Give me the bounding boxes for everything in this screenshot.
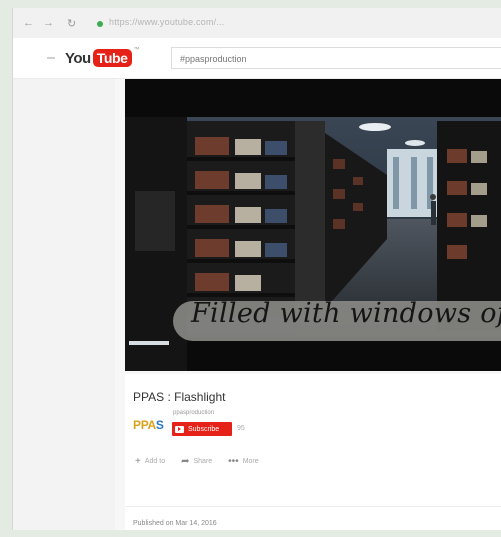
- share-icon: ➦: [181, 456, 190, 467]
- subscribe-label: Subscribe: [188, 425, 220, 433]
- video-caption: Filled with windows of l: [191, 298, 501, 329]
- search-input[interactable]: #ppasproduction: [171, 47, 501, 69]
- logo-trademark: ™: [133, 47, 140, 53]
- channel-name[interactable]: ppasproduction: [173, 410, 214, 416]
- video-player[interactable]: Filled with windows of l: [125, 79, 501, 371]
- video-actions: + Add to ➦ Share ••• More: [135, 456, 275, 467]
- more-label: More: [242, 458, 259, 465]
- reload-icon[interactable]: ↻: [67, 17, 76, 30]
- video-info-panel: PPAS : Flashlight PPAS ppasproduction Su…: [125, 374, 501, 530]
- share-label: Share: [193, 458, 213, 465]
- back-arrow-icon[interactable]: ←: [23, 17, 34, 29]
- published-date: Published on Mar 14, 2016: [133, 520, 217, 527]
- share-button[interactable]: ➦ Share: [181, 456, 212, 467]
- left-gutter: [13, 79, 115, 530]
- divider: [125, 506, 501, 507]
- channel-logo-ppa: PPA: [133, 418, 156, 432]
- add-to-button[interactable]: + Add to: [135, 456, 165, 467]
- secure-lock-icon: [97, 21, 103, 27]
- video-title: PPAS : Flashlight: [133, 390, 226, 404]
- more-icon: •••: [228, 456, 239, 467]
- more-button[interactable]: ••• More: [228, 456, 258, 467]
- browser-window: ← → ↻ https://www.youtube.com/... You Tu…: [12, 8, 501, 530]
- youtube-play-icon: [175, 425, 184, 433]
- logo-tube-text: Tube: [92, 49, 132, 67]
- menu-icon[interactable]: [47, 57, 55, 59]
- browser-toolbar: ← → ↻ https://www.youtube.com/...: [13, 8, 501, 39]
- youtube-header: You Tube ™ #ppasproduction: [13, 38, 501, 79]
- youtube-logo[interactable]: You Tube ™: [65, 47, 140, 69]
- plus-icon: +: [135, 456, 141, 467]
- forward-arrow-icon[interactable]: →: [43, 17, 54, 29]
- channel-avatar[interactable]: PPAS: [133, 418, 164, 432]
- channel-logo-s: S: [155, 418, 164, 432]
- address-bar[interactable]: https://www.youtube.com/...: [109, 17, 224, 27]
- subscriber-count: 95: [237, 425, 245, 432]
- subscribe-button[interactable]: Subscribe: [172, 422, 232, 436]
- add-to-label: Add to: [144, 458, 166, 465]
- logo-you-text: You: [65, 49, 91, 67]
